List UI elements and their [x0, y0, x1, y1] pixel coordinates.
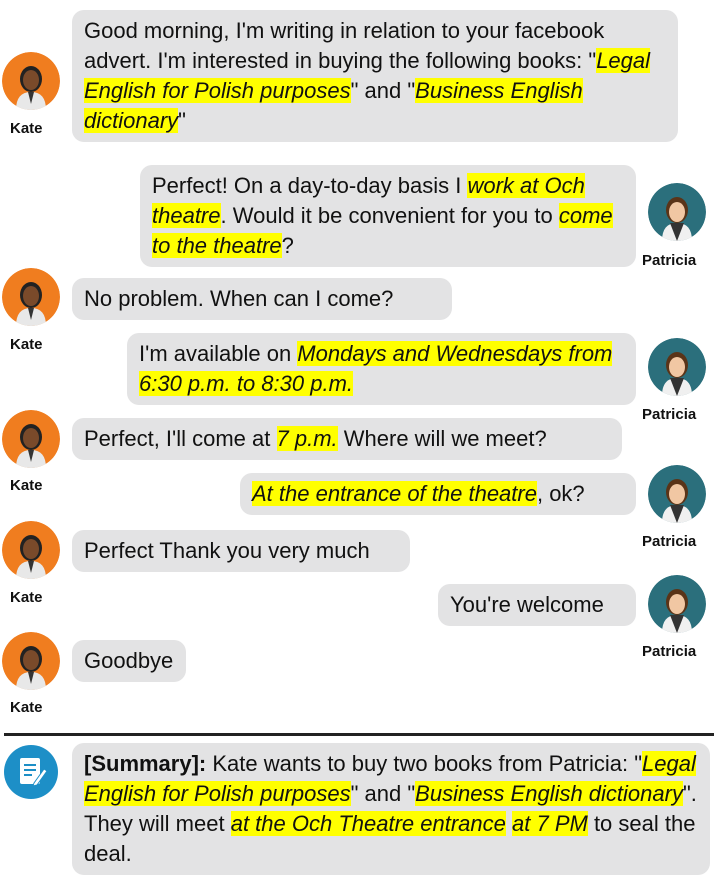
message-text: Perfect, I'll come at: [84, 426, 277, 451]
kate-avatar: [2, 52, 60, 110]
message-text: You're welcome: [450, 592, 604, 617]
summary-bubble: [Summary]: Kate wants to buy two books f…: [72, 743, 710, 875]
patricia-avatar: [648, 338, 706, 396]
message-text: I'm available on: [139, 341, 298, 366]
patricia-avatar: [648, 465, 706, 523]
highlight: Business English dictionary: [415, 781, 683, 806]
kate-name-label: Kate: [10, 699, 43, 716]
message-text: Where will we meet?: [337, 426, 547, 451]
message-bubble: I'm available on Mondays and Wednesdays …: [127, 333, 636, 405]
message-bubble: Perfect Thank you very much: [72, 530, 410, 572]
message-bubble: At the entrance of the theatre, ok?: [240, 473, 636, 515]
patricia-name-label: Patricia: [642, 643, 697, 660]
message-bubble: Goodbye: [72, 640, 186, 682]
message-text: Perfect Thank you very much: [84, 538, 370, 563]
message-text: ?: [281, 233, 294, 258]
message-text: . Would it be convenient for you to: [220, 203, 559, 228]
kate-name-label: Kate: [10, 336, 43, 353]
summary-text: Kate wants to buy two books from Patrici…: [206, 751, 643, 776]
kate-name-label: Kate: [10, 477, 43, 494]
summary-label: [Summary]:: [84, 751, 207, 776]
highlight: At the entrance of the theatre: [252, 481, 537, 506]
message-text: Good morning, I'm writing in relation to…: [84, 18, 605, 73]
patricia-avatar: [648, 183, 706, 241]
message-bubble: Perfect! On a day-to-day basis I work at…: [140, 165, 636, 267]
message-text: Perfect! On a day-to-day basis I: [152, 173, 468, 198]
message-bubble: Perfect, I'll come at 7 p.m. Where will …: [72, 418, 622, 460]
message-text: " and ": [350, 78, 416, 103]
highlight: at 7 PM: [512, 811, 588, 836]
summary-text: " and ": [350, 781, 416, 806]
document-icon: [4, 745, 58, 799]
kate-avatar: [2, 521, 60, 579]
kate-name-label: Kate: [10, 589, 43, 606]
kate-avatar: [2, 268, 60, 326]
highlight: 7 p.m.: [276, 426, 338, 451]
message-text: No problem. When can I come?: [84, 286, 394, 311]
patricia-avatar: [648, 575, 706, 633]
message-text: , ok?: [536, 481, 585, 506]
patricia-name-label: Patricia: [642, 252, 697, 269]
message-bubble: Good morning, I'm writing in relation to…: [72, 10, 678, 142]
patricia-name-label: Patricia: [642, 533, 697, 550]
highlight: at the Och Theatre entrance: [230, 811, 506, 836]
message-bubble: No problem. When can I come?: [72, 278, 452, 320]
message-bubble: You're welcome: [438, 584, 636, 626]
kate-avatar: [2, 410, 60, 468]
kate-name-label: Kate: [10, 120, 43, 137]
kate-avatar: [2, 632, 60, 690]
patricia-name-label: Patricia: [642, 406, 697, 423]
summary-divider: [4, 733, 714, 736]
message-text: ": [178, 108, 186, 133]
message-text: Goodbye: [84, 648, 174, 673]
